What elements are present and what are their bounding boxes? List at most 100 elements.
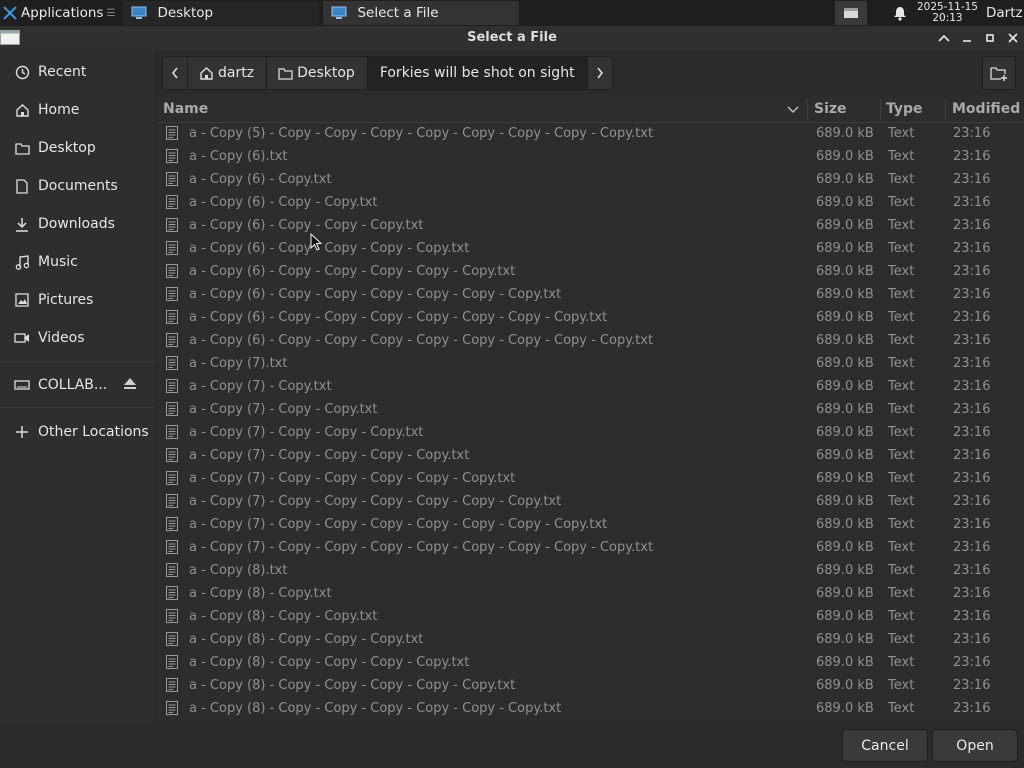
- column-header-name[interactable]: Name: [163, 97, 208, 122]
- text-file-icon: [166, 517, 178, 531]
- taskbar-item-desktop[interactable]: Desktop: [123, 1, 320, 25]
- file-size: 689.0 kB: [816, 402, 874, 417]
- file-row[interactable]: a - Copy (8) - Copy - Copy - Copy.txt 689…: [156, 628, 1024, 651]
- file-row[interactable]: a - Copy (7) - Copy - Copy - Copy - Copy…: [156, 490, 1024, 513]
- sidebar-item-pictures[interactable]: Pictures: [0, 283, 155, 317]
- file-row[interactable]: a - Copy (6) - Copy - Copy - Copy - Copy…: [156, 237, 1024, 260]
- file-row[interactable]: a - Copy (7) - Copy - Copy - Copy.txt 689…: [156, 421, 1024, 444]
- text-file-icon: [166, 678, 178, 692]
- workspace-switcher[interactable]: [834, 1, 867, 25]
- close-icon: [1008, 33, 1018, 43]
- notifications-bell-icon[interactable]: [889, 2, 911, 24]
- sidebar-item-desktop[interactable]: Desktop: [0, 131, 155, 165]
- path-bar: dartz Desktop Forkies will be shot on si…: [162, 56, 613, 90]
- close-button[interactable]: [1005, 30, 1021, 46]
- text-file-icon: [166, 701, 178, 715]
- sidebar-item-home[interactable]: Home: [0, 93, 155, 127]
- file-type: Text: [888, 402, 915, 417]
- file-list[interactable]: Name Size Type Modified a - Copy (5) - C…: [156, 97, 1024, 722]
- file-row[interactable]: a - Copy (8) - Copy - Copy - Copy - Copy…: [156, 674, 1024, 697]
- column-header-modified[interactable]: Modified: [952, 97, 1020, 122]
- file-row[interactable]: a - Copy (8) - Copy - Copy.txt 689.0 kB Te…: [156, 605, 1024, 628]
- user-menu[interactable]: Dartz: [986, 5, 1024, 21]
- path-back-button[interactable]: [162, 56, 188, 90]
- maximize-button[interactable]: [982, 30, 998, 46]
- applications-menu[interactable]: Applications ☰: [0, 0, 119, 26]
- crumb-desktop[interactable]: Desktop: [267, 56, 368, 90]
- file-size: 689.0 kB: [816, 333, 874, 348]
- file-row[interactable]: a - Copy (7) - Copy.txt 689.0 kB Text 23:16: [156, 375, 1024, 398]
- file-row[interactable]: a - Copy (6) - Copy.txt 689.0 kB Text 23:16: [156, 168, 1024, 191]
- sidebar-item-other-locations[interactable]: Other Locations: [0, 415, 155, 449]
- cancel-button[interactable]: Cancel: [842, 729, 928, 762]
- path-forward-button[interactable]: [586, 56, 613, 90]
- file-row[interactable]: a - Copy (7) - Copy - Copy - Copy - Copy…: [156, 444, 1024, 467]
- file-row[interactable]: a - Copy (8) - Copy.txt 689.0 kB Text 23:16: [156, 582, 1024, 605]
- file-row[interactable]: a - Copy (6) - Copy - Copy - Copy.txt 689…: [156, 214, 1024, 237]
- dialog-titlebar[interactable]: Select a File: [0, 26, 1024, 50]
- file-row[interactable]: a - Copy (6) - Copy - Copy - Copy - Copy…: [156, 283, 1024, 306]
- sidebar-item-recent[interactable]: Recent: [0, 55, 155, 89]
- sidebar-item-videos[interactable]: Videos: [0, 321, 155, 355]
- file-row[interactable]: a - Copy (7) - Copy - Copy - Copy - Copy…: [156, 467, 1024, 490]
- file-row[interactable]: a - Copy (7) - Copy - Copy - Copy - Copy…: [156, 536, 1024, 559]
- shade-button[interactable]: [936, 30, 952, 46]
- file-size: 689.0 kB: [816, 264, 874, 279]
- file-modified: 23:16: [953, 425, 991, 440]
- file-size: 689.0 kB: [816, 356, 874, 371]
- text-file-icon: [166, 172, 178, 186]
- file-row[interactable]: a - Copy (7) - Copy - Copy.txt 689.0 kB Te…: [156, 398, 1024, 421]
- file-row[interactable]: a - Copy (7).txt 689.0 kB Text 23:16: [156, 352, 1024, 375]
- text-file-icon: [166, 425, 178, 439]
- file-modified: 23:16: [953, 126, 991, 141]
- file-rows: a - Copy (5) - Copy - Copy - Copy - Copy…: [156, 122, 1024, 720]
- taskbar-item-select-file[interactable]: Select a File: [323, 1, 520, 25]
- text-file-icon: [166, 402, 178, 416]
- clock-icon: [14, 64, 30, 80]
- file-row[interactable]: a - Copy (6).txt 689.0 kB Text 23:16: [156, 145, 1024, 168]
- open-button[interactable]: Open: [932, 729, 1018, 762]
- file-row[interactable]: a - Copy (8) - Copy - Copy - Copy - Copy…: [156, 651, 1024, 674]
- chevron-left-icon: [171, 67, 178, 79]
- sidebar-item-downloads[interactable]: Downloads: [0, 207, 155, 241]
- file-row[interactable]: a - Copy (7) - Copy - Copy - Copy - Copy…: [156, 513, 1024, 536]
- file-row[interactable]: a - Copy (6) - Copy - Copy - Copy - Copy…: [156, 306, 1024, 329]
- text-file-icon: [166, 241, 178, 255]
- minimize-button[interactable]: [959, 30, 975, 46]
- file-row[interactable]: a - Copy (6) - Copy - Copy.txt 689.0 kB Te…: [156, 191, 1024, 214]
- monitor-icon: [331, 6, 347, 19]
- sidebar-item-label: Other Locations: [38, 424, 149, 440]
- file-modified: 23:16: [953, 563, 991, 578]
- file-type: Text: [888, 563, 915, 578]
- file-row[interactable]: a - Copy (6) - Copy - Copy - Copy - Copy…: [156, 260, 1024, 283]
- sort-chevron-down-icon[interactable]: [787, 106, 799, 114]
- column-separator: [807, 99, 808, 120]
- applications-label: Applications: [21, 5, 104, 21]
- sidebar-item-documents[interactable]: Documents: [0, 169, 155, 203]
- file-type: Text: [888, 678, 915, 693]
- file-row[interactable]: a - Copy (8).txt 689.0 kB Text 23:16: [156, 559, 1024, 582]
- column-separator: [880, 99, 881, 120]
- file-type: Text: [888, 609, 915, 624]
- clock[interactable]: 2025-11-15 20:13: [917, 2, 978, 24]
- text-file-icon: [166, 494, 178, 508]
- file-size: 689.0 kB: [816, 448, 874, 463]
- crumb-home[interactable]: dartz: [188, 56, 268, 90]
- file-size: 689.0 kB: [816, 425, 874, 440]
- file-type: Text: [888, 655, 915, 670]
- sidebar-item-label: Recent: [38, 64, 87, 80]
- crumb-current-folder[interactable]: Forkies will be shot on sight: [367, 56, 588, 90]
- file-size: 689.0 kB: [816, 471, 874, 486]
- file-row[interactable]: a - Copy (6) - Copy - Copy - Copy - Copy…: [156, 329, 1024, 352]
- file-row[interactable]: a - Copy (8) - Copy - Copy - Copy - Copy…: [156, 697, 1024, 720]
- file-modified: 23:16: [953, 655, 991, 670]
- sidebar-item-music[interactable]: Music: [0, 245, 155, 279]
- file-row[interactable]: a - Copy (5) - Copy - Copy - Copy - Copy…: [156, 122, 1024, 145]
- eject-icon[interactable]: [123, 377, 137, 390]
- column-header-type[interactable]: Type: [886, 97, 923, 122]
- text-file-icon: [166, 310, 178, 324]
- sidebar-item-collab-drive[interactable]: COLLAB...: [0, 368, 155, 402]
- column-header-size[interactable]: Size: [814, 97, 847, 122]
- text-file-icon: [166, 563, 178, 577]
- create-folder-button[interactable]: [982, 56, 1016, 90]
